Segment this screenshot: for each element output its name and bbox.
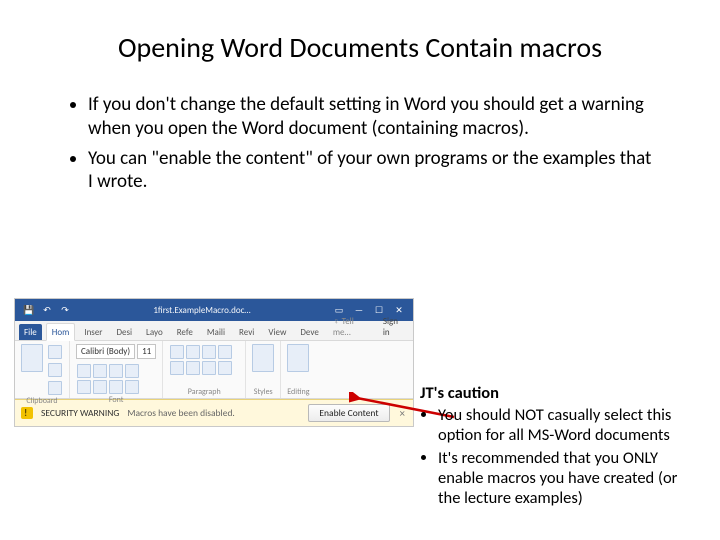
styles-gallery-icon[interactable] [252,344,274,372]
caution-heading: JT's caution [420,384,700,404]
underline-icon[interactable] [109,364,123,378]
group-label: Paragraph [169,387,239,397]
italic-icon[interactable] [93,364,107,378]
group-styles: Styles [246,341,281,398]
save-icon[interactable]: 💾 [23,304,35,316]
text-effects-icon[interactable] [93,380,107,394]
numbering-icon[interactable] [186,345,200,359]
strike-icon[interactable] [125,364,139,378]
tab-references[interactable]: Refe [172,324,198,340]
multilevel-icon[interactable] [202,345,216,359]
highlight-icon[interactable] [109,380,123,394]
tab-tell-me[interactable]: ♀ Tell me… [328,313,374,340]
ribbon-tabs: File Hom Inser Desi Layo Refe Maili Revi… [15,321,413,341]
subscript-icon[interactable] [77,380,91,394]
enable-content-button[interactable]: Enable Content [308,404,389,422]
align-center-icon[interactable] [170,361,184,375]
group-editing: Editing [281,341,315,398]
document-title: 1first.ExampleMacro.doc… [71,305,333,316]
redo-icon[interactable]: ↷ [59,304,71,316]
tab-home[interactable]: Hom [46,323,76,341]
tab-insert[interactable]: Inser [79,324,107,340]
format-painter-icon[interactable] [48,381,62,395]
bold-icon[interactable] [77,364,91,378]
line-spacing-icon[interactable] [202,361,216,375]
copy-icon[interactable] [48,363,62,377]
font-name-select[interactable]: Calibri (Body) [76,344,135,359]
caution-box: JT's caution You should NOT casually sel… [420,384,700,513]
caution-item: You should NOT casually select this opti… [438,406,700,446]
tab-mailings[interactable]: Maili [202,324,230,340]
sign-in-link[interactable]: Sign in [378,313,409,340]
tab-view[interactable]: View [263,324,291,340]
font-size-select[interactable]: 11 [137,344,156,359]
undo-icon[interactable]: ↶ [41,304,53,316]
group-label: Styles [252,387,274,397]
cut-icon[interactable] [48,345,62,359]
caution-item: It's recommended that you ONLY enable ma… [438,449,700,508]
security-warning-message: Macros have been disabled. [127,407,300,419]
group-label: Editing [287,387,309,397]
word-window: 💾 ↶ ↷ 1first.ExampleMacro.doc… ▭ — ☐ ✕ F… [14,298,414,427]
tab-review[interactable]: Revi [234,324,259,340]
align-right-icon[interactable] [186,361,200,375]
ribbon: Clipboard Calibri (Body) 11 [15,341,413,399]
group-font: Calibri (Body) 11 Font [70,341,163,398]
shading-icon[interactable] [218,361,232,375]
bullet-item: If you don't change the default setting … [88,93,660,141]
shield-warning-icon [21,407,33,419]
tab-design[interactable]: Desi [111,324,137,340]
bullet-item: You can "enable the content" of your own… [88,147,660,195]
close-warning-icon[interactable]: × [398,407,407,420]
security-warning-bar: SECURITY WARNING Macros have been disabl… [15,399,413,426]
group-label: Clipboard [21,396,63,406]
align-left-icon[interactable] [218,345,232,359]
tab-developer[interactable]: Deve [295,324,323,340]
paste-icon[interactable] [21,344,43,372]
group-label: Font [76,395,156,405]
tab-layout[interactable]: Layo [141,324,168,340]
group-paragraph: Paragraph [163,341,246,398]
main-bullet-list: If you don't change the default setting … [60,93,660,194]
bullets-icon[interactable] [170,345,184,359]
security-warning-label: SECURITY WARNING [41,407,119,419]
font-color-icon[interactable] [125,380,139,394]
tab-file[interactable]: File [19,324,42,340]
group-clipboard: Clipboard [15,341,70,398]
slide-title: Opening Word Documents Contain macros [60,30,660,65]
find-icon[interactable] [287,344,309,372]
